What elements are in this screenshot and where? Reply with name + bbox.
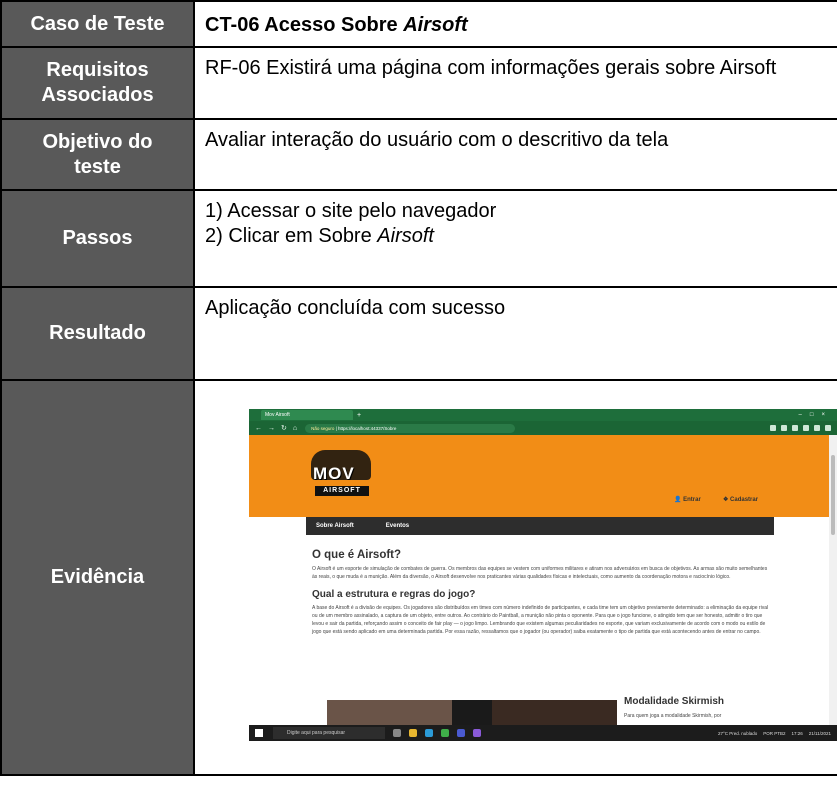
- url-input[interactable]: Não seguro | https://localhost:44337/Sob…: [305, 423, 516, 433]
- paragraph: A base do Airsoft é a divisão de equipes…: [312, 605, 769, 635]
- site-logo[interactable]: MOV AIRSOFT: [311, 450, 373, 502]
- new-tab-icon[interactable]: +: [357, 412, 361, 419]
- extension-icon[interactable]: [814, 425, 820, 431]
- language-label[interactable]: POR PTB2: [763, 731, 785, 736]
- section-heading: Modalidade Skirmish: [624, 696, 725, 707]
- page-heading: O que é Airsoft?: [312, 549, 402, 561]
- site-header: MOV AIRSOFT 👤 Entrar ❖ Cadastrar: [249, 435, 829, 517]
- label-resultado: Resultado: [0, 286, 195, 381]
- site-nav: Sobre Airsoft Eventos: [306, 517, 774, 535]
- clock-time[interactable]: 17:26: [792, 731, 803, 736]
- extension-icon[interactable]: [781, 425, 787, 431]
- extension-icon[interactable]: [803, 425, 809, 431]
- value-resultado: Aplicação concluída com sucesso: [193, 286, 837, 381]
- teams-icon[interactable]: [457, 729, 465, 737]
- cadastrar-link[interactable]: ❖ Cadastrar: [723, 496, 758, 503]
- window-controls-icon[interactable]: –□×: [799, 412, 837, 418]
- paragraph: O Airsoft é um esporte de simulação de c…: [312, 566, 768, 580]
- browser-address-bar: ← → ↻ ⌂ Não seguro | https://localhost:4…: [249, 421, 837, 435]
- label-requisitos: Requisitos Associados: [0, 46, 195, 120]
- windows-taskbar: Digite aqui para pesquisar 27°C Pred. nu…: [249, 725, 837, 741]
- evidence-screenshot: Mov Airsoft + –□× ← → ↻ ⌂ Não seguro | h…: [249, 409, 837, 741]
- task-view-icon[interactable]: [393, 729, 401, 737]
- value-objetivo: Avaliar interação do usuário com o descr…: [193, 118, 837, 191]
- nav-eventos[interactable]: Eventos: [386, 523, 409, 529]
- value-caso-de-teste: CT-06 Acesso Sobre Airsoft: [193, 0, 837, 48]
- system-tray: 27°C Pred. nublado POR PTB2 17:26 21/11/…: [718, 731, 837, 736]
- browser-tab[interactable]: Mov Airsoft: [261, 410, 353, 420]
- forward-icon[interactable]: →: [268, 425, 275, 432]
- profile-avatar[interactable]: [825, 425, 831, 431]
- home-icon[interactable]: ⌂: [293, 425, 297, 432]
- chrome-icon[interactable]: [441, 729, 449, 737]
- browser-tab-bar: Mov Airsoft + –□×: [249, 409, 837, 421]
- start-icon[interactable]: [255, 729, 263, 737]
- section-heading: Qual a estrutura e regras do jogo?: [312, 589, 476, 600]
- extension-icon[interactable]: [792, 425, 798, 431]
- label-caso-de-teste: Caso de Teste: [0, 0, 195, 48]
- edge-icon[interactable]: [425, 729, 433, 737]
- label-passos: Passos: [0, 189, 195, 288]
- label-objetivo: Objetivo do teste: [0, 118, 195, 191]
- taskbar-search-input[interactable]: Digite aqui para pesquisar: [273, 727, 385, 739]
- visual-studio-icon[interactable]: [473, 729, 481, 737]
- label-evidencia: Evidência: [0, 379, 195, 776]
- weather-label[interactable]: 27°C Pred. nublado: [718, 731, 757, 736]
- back-icon[interactable]: ←: [255, 425, 262, 432]
- entrar-link[interactable]: 👤 Entrar: [674, 496, 701, 503]
- page-content: O que é Airsoft? O Airsoft é um esporte …: [312, 549, 772, 636]
- paragraph: Para quem joga a modalidade Skirmish, po…: [624, 713, 722, 719]
- reload-icon[interactable]: ↻: [281, 424, 287, 432]
- value-requisitos: RF-06 Existirá uma página com informaçõe…: [193, 46, 837, 120]
- clock-date[interactable]: 21/11/2021: [809, 731, 831, 736]
- extension-icon[interactable]: [770, 425, 776, 431]
- nav-sobre-airsoft[interactable]: Sobre Airsoft: [316, 523, 354, 529]
- page-scrollbar[interactable]: [829, 435, 837, 725]
- extensions-bar: [770, 425, 837, 431]
- file-explorer-icon[interactable]: [409, 729, 417, 737]
- value-passos: 1) Acessar o site pelo navegador 2) Clica…: [193, 189, 837, 288]
